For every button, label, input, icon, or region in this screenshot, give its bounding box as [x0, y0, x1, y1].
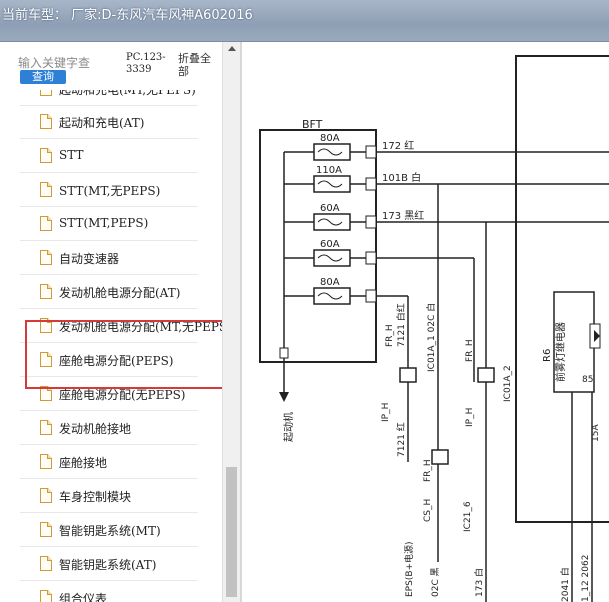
document-icon	[40, 114, 52, 129]
scroll-thumb[interactable]	[226, 467, 237, 597]
tree-item[interactable]: STT	[20, 140, 198, 173]
fuse-symbol	[313, 249, 351, 267]
wire-label: 101B 白	[382, 171, 421, 184]
connector-label: EPS(B+电源)	[403, 541, 415, 597]
tree-item[interactable]: STT(MT,无PEPS)	[20, 174, 198, 207]
tree-item-label: STT(MT,PEPS)	[59, 216, 149, 230]
query-button[interactable]: 查询	[20, 70, 66, 84]
sidebar-scrollbar[interactable]	[222, 42, 240, 602]
tree-item-label: 发动机舱接地	[59, 422, 132, 436]
wiring-diagram-canvas: BFT 80A 172 红 110A 101B 白 60A 173 黑红 60A…	[259, 55, 609, 602]
relay-label: R6	[542, 349, 553, 362]
document-icon	[40, 488, 52, 503]
fuse-symbol	[313, 175, 351, 193]
fuse-row: 60A 173 黑红	[284, 203, 609, 231]
fuse-rating: 80A	[320, 133, 340, 144]
selection-highlight	[25, 320, 231, 389]
document-icon	[40, 522, 52, 537]
connector-label: IP_H	[465, 408, 475, 427]
document-icon	[40, 420, 52, 435]
connector-label: 7121 白红	[395, 303, 407, 347]
tree-item[interactable]: 起动和充电(AT)	[20, 106, 198, 139]
wire-label: 172 红	[382, 139, 414, 152]
tree-item[interactable]: 智能钥匙系统(MT)	[20, 514, 198, 547]
fuse-symbol	[313, 287, 351, 305]
bottom-mark: 1_12 2062	[581, 555, 591, 602]
wiring-diagram: BFT 80A 172 红 110A 101B 白 60A 173 黑红 60A…	[242, 42, 609, 602]
title-bar: 当前车型： 厂家:D-东风汽车风神A602016	[0, 0, 609, 42]
tree-item-label: 起动和充电(AT)	[59, 116, 145, 130]
tree-item-label: 智能钥匙系统(MT)	[59, 524, 161, 538]
relay-text: 前雾灯继电器	[554, 322, 567, 382]
tree-item[interactable]: 自动变速器	[20, 242, 198, 275]
pin-mark: 85	[582, 375, 593, 385]
document-icon	[40, 148, 52, 163]
tree-item[interactable]: 发动机舱接地	[20, 412, 198, 445]
document-icon	[40, 590, 52, 602]
connector-symbol	[477, 367, 495, 383]
fuse-box-label: BFT	[302, 118, 323, 131]
connector-label: 7121 红	[395, 422, 407, 457]
document-icon	[40, 284, 52, 299]
connector-label: IP_H	[381, 403, 391, 422]
connector-label: CS_H	[423, 499, 433, 522]
tree-item-label: 座舱接地	[59, 456, 108, 470]
connector-symbol	[399, 367, 417, 383]
tree-item-label: STT	[59, 148, 84, 162]
tree-item[interactable]: 起动和充电(MT,无PEPS)	[20, 90, 198, 106]
tree-item-label: 自动变速器	[59, 252, 120, 266]
connector-label: FR_H	[423, 459, 433, 482]
tree-item-label: 组合仪表	[59, 592, 108, 602]
fuse-rating: 60A	[320, 239, 340, 250]
document-icon	[40, 216, 52, 231]
wire-label: 173 黑红	[382, 209, 424, 222]
fuse-rating: 80A	[320, 277, 340, 288]
fuse-row: 110A 101B 白	[284, 165, 609, 193]
fuse-row: 80A 172 红	[284, 133, 609, 161]
document-icon	[40, 90, 52, 96]
connector-label: 173 白	[473, 568, 485, 597]
connector-label: IC21_6	[463, 501, 473, 532]
tree-item[interactable]: 发动机舱电源分配(AT)	[20, 276, 198, 309]
bottom-mark: 2041 白	[559, 567, 571, 602]
document-icon	[40, 182, 52, 197]
tree-item-label: STT(MT,无PEPS)	[59, 184, 161, 198]
fuse-row: 60A	[284, 239, 475, 382]
tree-item[interactable]: STT(MT,PEPS)	[20, 208, 198, 241]
tree-item[interactable]: 智能钥匙系统(AT)	[20, 548, 198, 581]
document-icon	[40, 250, 52, 265]
scroll-up-arrow-icon[interactable]	[228, 46, 236, 51]
document-icon	[40, 556, 52, 571]
connector-label: FR_H	[385, 324, 395, 347]
connector-label: FR_H	[465, 339, 475, 362]
tree-item[interactable]: 车身控制模块	[20, 480, 198, 513]
fuse-symbol	[313, 213, 351, 231]
tree-item-label: 发动机舱电源分配(AT)	[59, 286, 181, 300]
tree-item-label: 智能钥匙系统(AT)	[59, 558, 157, 572]
collapse-all-button[interactable]: 折叠全部	[178, 52, 216, 78]
fuse-rating: 60A	[320, 203, 340, 214]
connector-label: 02C 黑	[430, 567, 441, 597]
starter-label: 起动机	[282, 412, 295, 442]
tree-item[interactable]: 座舱接地	[20, 446, 198, 479]
fuse-symbol	[313, 143, 351, 161]
tree-item-label: 起动和充电(MT,无PEPS)	[59, 90, 196, 97]
module-box-outline	[515, 55, 609, 523]
document-icon	[40, 454, 52, 469]
sidebar: 查询 PC.123-3339 折叠全部 起动和充电(MT,无PEPS) 起动和充…	[0, 42, 240, 602]
tree-item[interactable]: 组合仪表	[20, 582, 198, 602]
fuse-row: 80A	[284, 277, 409, 462]
sidebar-toolbar: 查询 PC.123-3339 折叠全部	[0, 42, 222, 92]
window-title: 当前车型： 厂家:D-东风汽车风神A602016	[2, 8, 253, 23]
connector-label: IC01A_1 02C 白	[425, 303, 437, 372]
pc-code-label: PC.123-3339	[126, 52, 166, 75]
connector-symbol	[431, 449, 449, 465]
tree-item-label: 车身控制模块	[59, 490, 132, 504]
connector-label: IC01A_2	[503, 365, 513, 402]
fuse-rating: 110A	[316, 165, 342, 176]
